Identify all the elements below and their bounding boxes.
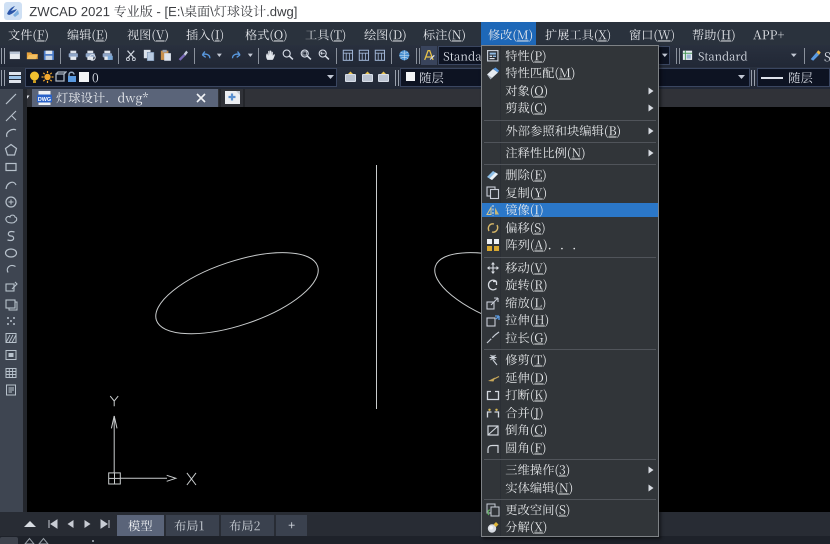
svg-text:DWG: DWG — [38, 97, 51, 103]
